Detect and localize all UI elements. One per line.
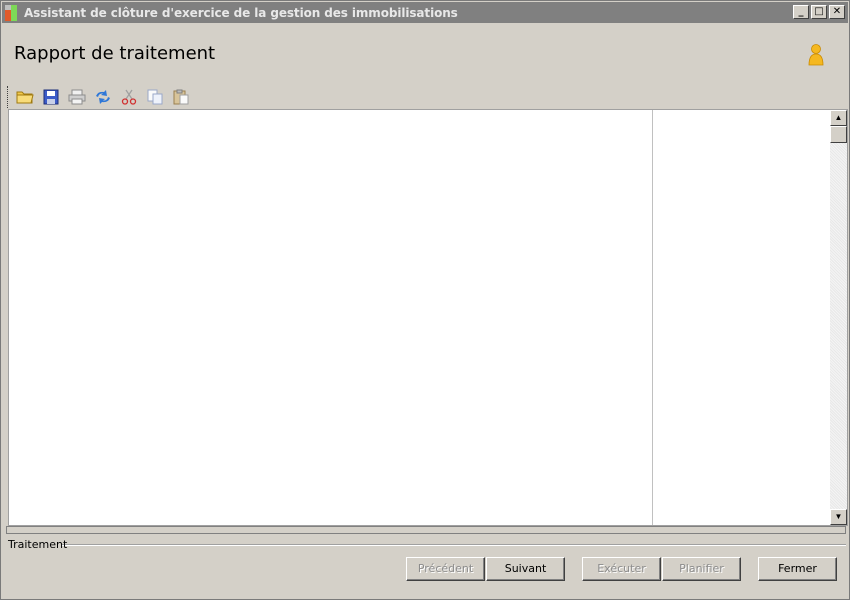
previous-button[interactable]: Précédent — [406, 557, 485, 581]
folder-icon[interactable] — [15, 87, 35, 107]
floppy-disk-icon[interactable] — [41, 87, 61, 107]
paste-icon[interactable] — [171, 87, 191, 107]
next-button[interactable]: Suivant — [486, 557, 565, 581]
group-separator — [62, 544, 846, 546]
maximize-button[interactable]: □ — [811, 5, 827, 19]
close-window-button[interactable]: ✕ — [829, 5, 845, 19]
wizard-window: Assistant de clôture d'exercice de la ge… — [0, 0, 850, 600]
vertical-scrollbar[interactable]: ▲ ▼ — [830, 110, 847, 525]
processing-group: Traitement — [6, 538, 846, 551]
printer-icon[interactable] — [67, 87, 87, 107]
report-content[interactable]: ▲ ▼ — [8, 109, 848, 526]
schedule-button[interactable]: Planifier — [662, 557, 741, 581]
title-bar[interactable]: Assistant de clôture d'exercice de la ge… — [2, 2, 848, 23]
window-title: Assistant de clôture d'exercice de la ge… — [24, 5, 458, 20]
scroll-up-button[interactable]: ▲ — [830, 110, 847, 126]
scissors-icon[interactable] — [119, 87, 139, 107]
progress-bar — [6, 526, 846, 534]
window-controls: _ □ ✕ — [793, 5, 845, 19]
page-title: Rapport de traitement — [14, 43, 216, 64]
person-icon — [807, 43, 825, 67]
refresh-icon[interactable] — [93, 87, 113, 107]
scroll-down-button[interactable]: ▼ — [830, 509, 847, 525]
toolbar-grip[interactable] — [7, 86, 10, 108]
report-side-pane[interactable] — [653, 110, 830, 525]
copy-icon[interactable] — [145, 87, 165, 107]
app-icon — [5, 4, 21, 21]
minimize-button[interactable]: _ — [793, 5, 809, 19]
execute-button[interactable]: Exécuter — [582, 557, 661, 581]
toolbar — [7, 85, 197, 109]
scroll-thumb[interactable] — [830, 126, 847, 143]
group-label: Traitement — [8, 538, 68, 551]
close-button[interactable]: Fermer — [758, 557, 837, 581]
